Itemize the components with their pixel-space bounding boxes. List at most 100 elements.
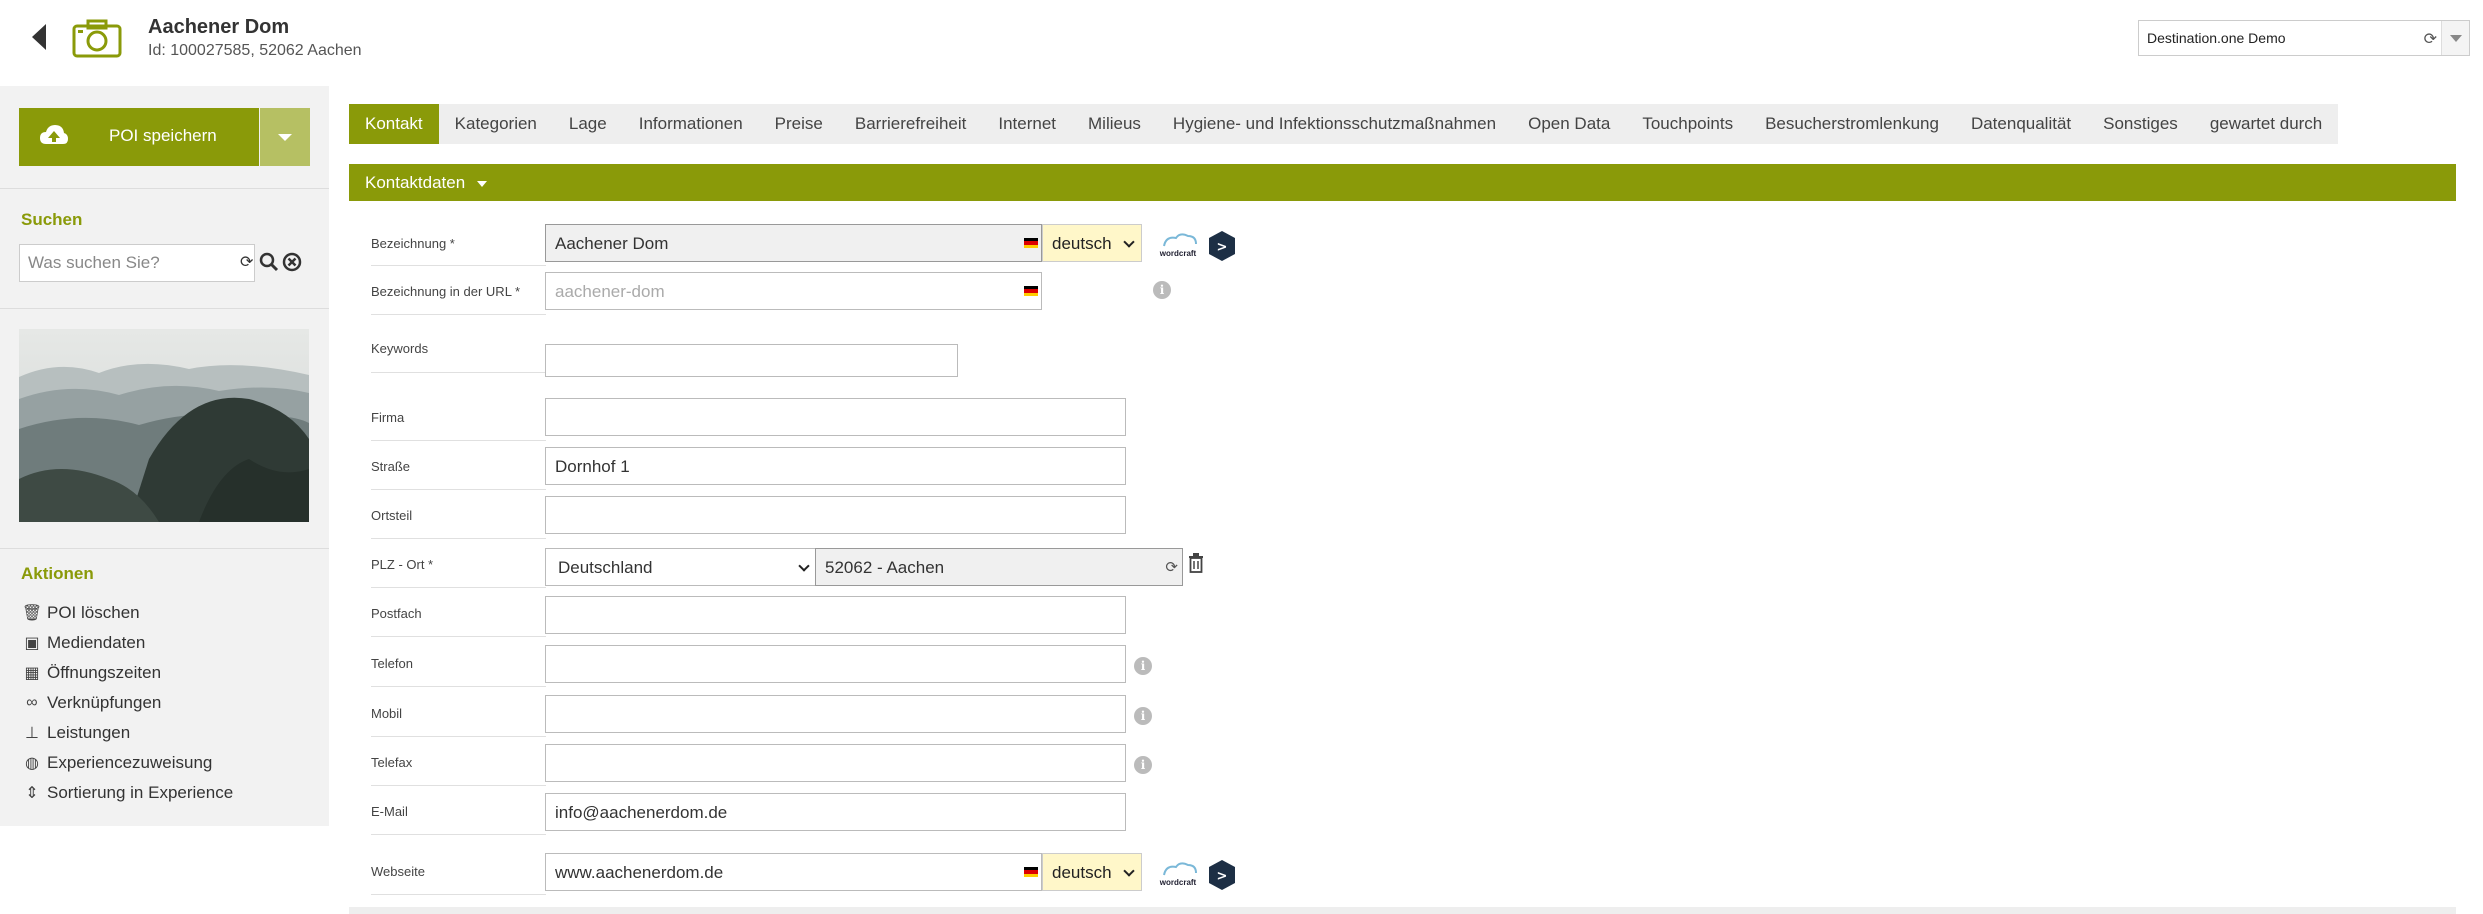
- tab-lage[interactable]: Lage: [553, 104, 623, 144]
- country-value: Deutschland: [558, 558, 653, 577]
- svg-text:>: >: [1217, 869, 1228, 884]
- actions-heading: Aktionen: [21, 564, 94, 583]
- save-poi-label: POI speichern: [109, 126, 217, 145]
- keywords-field[interactable]: [545, 344, 958, 377]
- cloud-upload-icon: [40, 125, 68, 144]
- webseite-field[interactable]: www.aachenerdom.de: [545, 853, 1042, 891]
- tab-kontakt[interactable]: Kontakt: [349, 104, 439, 144]
- email-value: info@aachenerdom.de: [555, 803, 728, 822]
- back-arrow-icon[interactable]: [28, 22, 50, 52]
- country-select[interactable]: Deutschland: [545, 548, 817, 586]
- tab-sonstiges[interactable]: Sonstiges: [2087, 104, 2194, 144]
- tab-open-data[interactable]: Open Data: [1512, 104, 1626, 144]
- plz-ort-field[interactable]: 52062 - Aachen ⟳: [815, 548, 1183, 586]
- tab-hygiene[interactable]: Hygiene- und Infektionsschutzmaßnahmen: [1157, 104, 1512, 144]
- search-heading: Suchen: [21, 210, 83, 229]
- destination-select[interactable]: Destination.one Demo ⟳: [2138, 20, 2470, 56]
- translate-logo-icon[interactable]: >: [1208, 859, 1236, 891]
- divider: [371, 538, 546, 539]
- divider: [371, 587, 546, 588]
- action-experience-sorting[interactable]: ⇕ Sortierung in Experience: [21, 778, 233, 808]
- webseite-language-select[interactable]: deutsch: [1042, 853, 1142, 891]
- label-strasse: Straße: [371, 459, 411, 474]
- tab-informationen[interactable]: Informationen: [623, 104, 759, 144]
- bezeichnung-language-select[interactable]: deutsch: [1042, 224, 1142, 262]
- search-icon[interactable]: [259, 252, 279, 272]
- divider: [0, 308, 329, 309]
- language-value: deutsch: [1052, 234, 1112, 253]
- label-email: E-Mail: [371, 804, 408, 819]
- divider: [371, 894, 546, 895]
- tab-milieus[interactable]: Milieus: [1072, 104, 1157, 144]
- ortsteil-field[interactable]: [545, 496, 1126, 534]
- refresh-icon[interactable]: ⟳: [1165, 558, 1178, 576]
- divider: [371, 834, 546, 835]
- tab-preise[interactable]: Preise: [759, 104, 839, 144]
- wordcraft-logo-icon[interactable]: wordcraft: [1154, 230, 1202, 260]
- trash-icon[interactable]: [1188, 553, 1204, 573]
- strasse-field[interactable]: Dornhof 1: [545, 447, 1126, 485]
- tab-touchpoints[interactable]: Touchpoints: [1626, 104, 1749, 144]
- bezeichnung-field[interactable]: Aachener Dom: [545, 224, 1042, 262]
- save-dropdown-button[interactable]: [260, 108, 310, 166]
- german-flag-icon: [1024, 867, 1038, 877]
- tab-datenqualitaet[interactable]: Datenqualität: [1955, 104, 2087, 144]
- mobil-field[interactable]: [545, 695, 1126, 733]
- plz-ort-value: 52062 - Aachen: [825, 558, 945, 577]
- postfach-field[interactable]: [545, 596, 1126, 634]
- action-opening-hours[interactable]: ▦ Öffnungszeiten: [21, 658, 233, 688]
- actions-list: 🗑 POI löschen ▣ Mediendaten ▦ Öffnungsze…: [21, 598, 233, 808]
- sitemap-icon: ⊥: [25, 725, 39, 742]
- section-header-kontaktdaten[interactable]: Kontaktdaten: [349, 164, 2456, 201]
- url-slug-field[interactable]: aachener-dom: [545, 272, 1042, 310]
- divider: [0, 548, 329, 549]
- info-icon[interactable]: i: [1134, 756, 1152, 774]
- strasse-value: Dornhof 1: [555, 457, 630, 476]
- save-poi-button[interactable]: POI speichern: [19, 108, 259, 166]
- landscape-image: [19, 329, 309, 522]
- search-field[interactable]: [19, 244, 255, 282]
- action-media[interactable]: ▣ Mediendaten: [21, 628, 233, 658]
- divider: [371, 489, 546, 490]
- camera-icon: [72, 19, 122, 58]
- refresh-icon[interactable]: ⟳: [2424, 29, 2437, 49]
- tab-internet[interactable]: Internet: [982, 104, 1072, 144]
- divider: [371, 372, 546, 373]
- info-icon[interactable]: i: [1134, 707, 1152, 725]
- chevron-down-icon: [798, 560, 810, 572]
- label-telefax: Telefax: [371, 755, 413, 770]
- divider: [371, 736, 546, 737]
- search-input[interactable]: [28, 253, 228, 273]
- divider: [371, 785, 546, 786]
- label-keywords: Keywords: [371, 341, 429, 356]
- action-delete-poi[interactable]: 🗑 POI löschen: [21, 598, 233, 628]
- email-field[interactable]: info@aachenerdom.de: [545, 793, 1126, 831]
- tab-kategorien[interactable]: Kategorien: [439, 104, 553, 144]
- info-icon[interactable]: i: [1134, 657, 1152, 675]
- firma-field[interactable]: [545, 398, 1126, 436]
- telefax-field[interactable]: [545, 744, 1126, 782]
- refresh-icon[interactable]: ⟳: [240, 252, 253, 272]
- wordcraft-logo-icon[interactable]: wordcraft: [1154, 859, 1202, 889]
- tab-barrierefreiheit[interactable]: Barrierefreiheit: [839, 104, 983, 144]
- divider: [371, 440, 546, 441]
- german-flag-icon: [1024, 238, 1038, 248]
- action-label: Verknüpfungen: [47, 693, 162, 712]
- label-webseite: Webseite: [371, 864, 425, 879]
- divider: [371, 636, 546, 637]
- clear-search-icon[interactable]: [282, 252, 302, 272]
- section-footer: [349, 907, 2456, 914]
- translate-logo-icon[interactable]: >: [1208, 230, 1236, 262]
- tab-gewartet-durch[interactable]: gewartet durch: [2194, 104, 2338, 144]
- telefon-field[interactable]: [545, 645, 1126, 683]
- action-links[interactable]: ∞ Verknüpfungen: [21, 688, 233, 718]
- tab-besucherstromlenkung[interactable]: Besucherstromlenkung: [1749, 104, 1955, 144]
- label-url: Bezeichnung in der URL *: [371, 284, 521, 299]
- action-services[interactable]: ⊥ Leistungen: [21, 718, 233, 748]
- action-experience-assignment[interactable]: ◍ Experiencezuweisung: [21, 748, 233, 778]
- info-icon[interactable]: i: [1153, 281, 1171, 299]
- image-icon: ▣: [24, 635, 40, 652]
- chevron-down-icon[interactable]: [2441, 21, 2469, 55]
- svg-text:wordcraft: wordcraft: [1159, 249, 1197, 258]
- action-label: Mediendaten: [47, 633, 146, 652]
